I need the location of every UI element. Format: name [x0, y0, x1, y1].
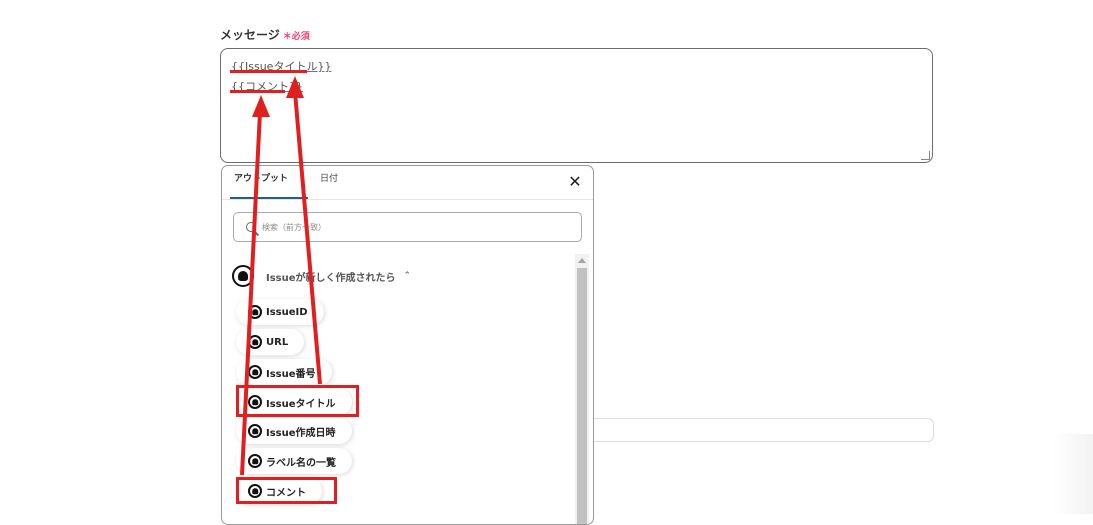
annotation-arrows: [240, 76, 322, 476]
arrowhead-title: [286, 76, 304, 98]
corner-shadow: [1053, 434, 1093, 514]
arrow-to-comment: [240, 111, 262, 476]
arrow-to-title: [293, 91, 322, 385]
arrowhead-comment: [252, 95, 270, 117]
